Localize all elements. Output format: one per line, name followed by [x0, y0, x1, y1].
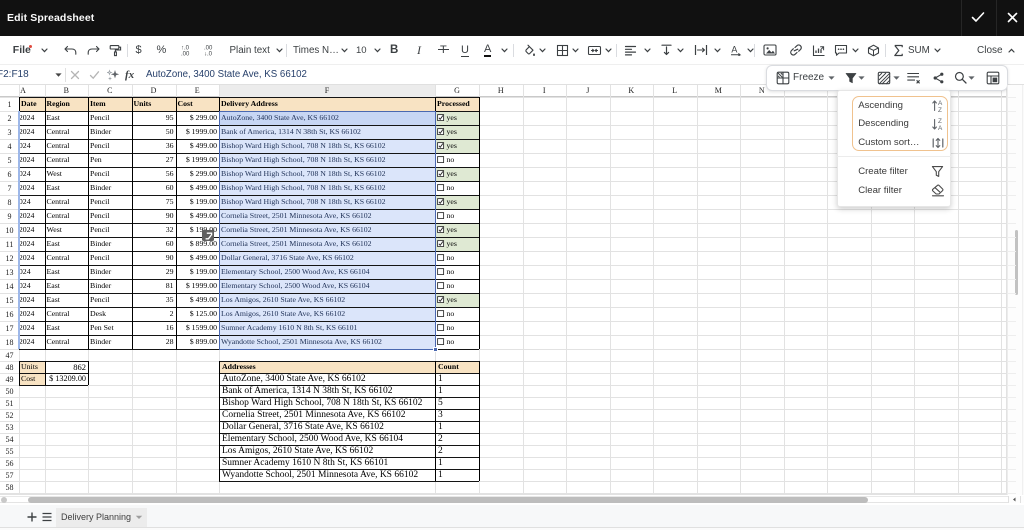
svg-text:↓.0: ↓.0: [204, 52, 213, 57]
svg-text:Z: Z: [938, 107, 942, 113]
svg-text:.00: .00: [181, 52, 190, 57]
svg-text:A: A: [731, 45, 737, 55]
svg-text:A: A: [938, 125, 943, 131]
